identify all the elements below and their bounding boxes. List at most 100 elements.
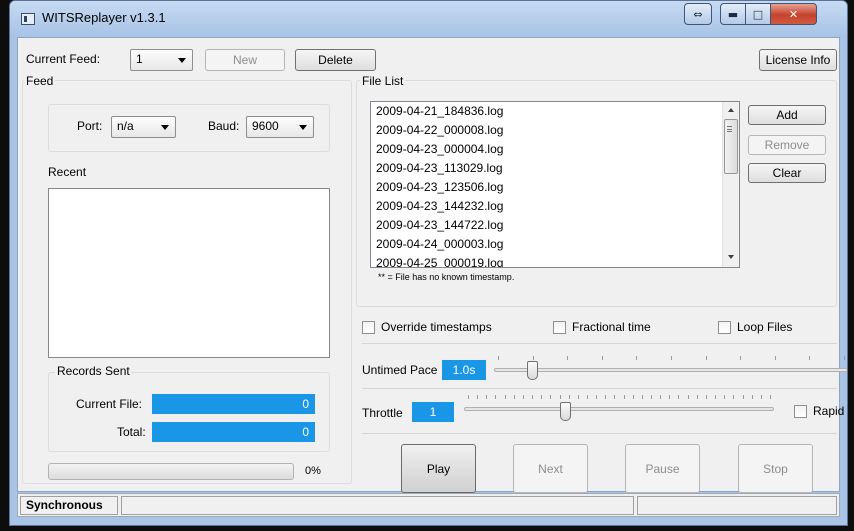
delete-feed-button[interactable]: Delete <box>295 49 376 71</box>
file-list-note: ** = File has no known timestamp. <box>378 272 515 282</box>
app-icon <box>21 13 35 25</box>
file-list-item[interactable]: 2009-04-24_000003.log <box>371 235 739 254</box>
slider-tick <box>770 395 771 399</box>
title-bar[interactable]: WITSReplayer v1.3.1 ⇔ ▬ □ ✕ <box>10 1 847 37</box>
add-file-button[interactable]: Add <box>748 105 826 125</box>
current-file-label: Current File: <box>76 397 143 411</box>
untimed-pace-label: Untimed Pace <box>362 363 438 377</box>
stop-button[interactable]: Stop <box>738 444 813 493</box>
recent-list[interactable] <box>48 188 330 358</box>
file-list[interactable]: 2009-04-21_184836.log 2009-04-22_000008.l… <box>370 101 740 268</box>
file-list-item[interactable]: 2009-04-23_144232.log <box>371 197 739 216</box>
scroll-up-icon[interactable] <box>728 108 734 112</box>
slider-tick <box>504 395 506 399</box>
scroll-down-icon[interactable] <box>728 255 734 259</box>
baud-label: Baud: <box>208 119 240 133</box>
slider-tick <box>751 395 753 399</box>
next-button[interactable]: Next <box>513 444 588 493</box>
status-cell-extra <box>637 496 837 515</box>
file-list-item[interactable]: 2009-04-25_000019.log <box>371 254 739 267</box>
slider-tick <box>760 395 762 399</box>
slider-tick <box>586 395 588 399</box>
new-feed-button[interactable]: New <box>205 49 285 71</box>
checkbox-box[interactable] <box>718 320 731 334</box>
file-list-item[interactable]: 2009-04-22_000008.log <box>371 121 739 140</box>
port-select[interactable]: n/a <box>111 116 176 138</box>
progress-bar <box>48 463 294 480</box>
throttle-label: Throttle <box>362 406 403 420</box>
slider-tick <box>733 395 735 399</box>
close-button[interactable]: ✕ <box>770 3 817 25</box>
pause-button[interactable]: Pause <box>625 444 700 493</box>
slider-tick <box>687 395 689 399</box>
total-label: Total: <box>117 425 146 439</box>
slider-tick <box>567 356 569 360</box>
override-timestamps-label: Override timestamps <box>381 320 492 334</box>
minimize-button[interactable]: ▬ <box>720 3 746 25</box>
slider-tick <box>715 395 717 399</box>
clear-files-button[interactable]: Clear <box>748 163 826 183</box>
untimed-pace-slider[interactable] <box>527 361 538 380</box>
chevron-down-icon <box>161 125 169 130</box>
file-list-item[interactable]: 2009-04-23_123506.log <box>371 178 739 197</box>
status-cell-message <box>121 496 634 515</box>
file-list-item[interactable]: 2009-04-21_184836.log <box>371 102 739 121</box>
port-value: n/a <box>117 119 134 133</box>
current-feed-label: Current Feed: <box>26 52 101 66</box>
checkbox-box[interactable] <box>794 404 807 418</box>
rapid-label: Rapid <box>813 404 845 418</box>
untimed-pace-track[interactable] <box>494 368 847 372</box>
current-feed-select[interactable]: 1 <box>130 49 193 71</box>
checkbox-box[interactable] <box>362 320 375 334</box>
loop-files-label: Loop Files <box>737 320 793 334</box>
maximize-button[interactable]: □ <box>745 3 771 25</box>
slider-tick <box>678 395 680 399</box>
rapid-checkbox[interactable]: Rapid <box>794 404 844 418</box>
chevron-down-icon <box>178 58 186 63</box>
license-info-button[interactable]: License Info <box>759 49 837 71</box>
loop-files-checkbox[interactable]: Loop Files <box>718 320 792 334</box>
file-list-scrollbar[interactable] <box>722 102 739 267</box>
slider-tick <box>577 395 579 399</box>
window-title: WITSReplayer v1.3.1 <box>42 10 166 25</box>
recent-label: Recent <box>48 165 87 179</box>
slider-tick <box>614 395 616 399</box>
divider <box>362 343 837 344</box>
file-list-item[interactable]: 2009-04-23_113029.log <box>371 159 739 178</box>
throttle-value: 1 <box>412 402 454 422</box>
slider-tick <box>844 356 845 360</box>
throttle-slider[interactable] <box>560 402 571 421</box>
slider-tick <box>660 395 662 399</box>
swap-icon[interactable]: ⇔ <box>684 3 712 25</box>
checkbox-box[interactable] <box>553 320 566 334</box>
status-mode: Synchronous <box>20 496 118 515</box>
fractional-time-label: Fractional time <box>572 320 651 334</box>
file-list-item[interactable]: 2009-04-23_000004.log <box>371 140 739 159</box>
slider-tick <box>740 356 742 360</box>
divider <box>362 388 837 389</box>
slider-tick <box>671 356 672 360</box>
port-label: Port: <box>77 119 103 133</box>
override-timestamps-checkbox[interactable]: Override timestamps <box>362 320 492 334</box>
slider-tick <box>809 356 811 360</box>
slider-tick <box>774 356 776 360</box>
slider-tick <box>495 395 497 399</box>
slider-tick <box>541 395 543 399</box>
divider <box>362 433 837 434</box>
progress-text: 0% <box>305 465 321 477</box>
file-list-item[interactable]: 2009-04-23_144722.log <box>371 216 739 235</box>
slider-tick <box>498 356 499 360</box>
slider-tick <box>623 395 625 399</box>
file-items: 2009-04-21_184836.log 2009-04-22_000008.l… <box>371 102 739 267</box>
slider-tick <box>641 395 643 399</box>
throttle-track[interactable] <box>464 407 774 411</box>
slider-tick <box>696 395 698 399</box>
grip-icon <box>727 126 732 132</box>
play-button[interactable]: Play <box>401 444 476 493</box>
slider-tick <box>651 395 653 399</box>
remove-file-button[interactable]: Remove <box>748 135 826 155</box>
feed-group-label: Feed <box>24 74 56 88</box>
baud-select[interactable]: 9600 <box>246 116 314 138</box>
fractional-time-checkbox[interactable]: Fractional time <box>553 320 651 334</box>
slider-tick <box>601 356 603 360</box>
